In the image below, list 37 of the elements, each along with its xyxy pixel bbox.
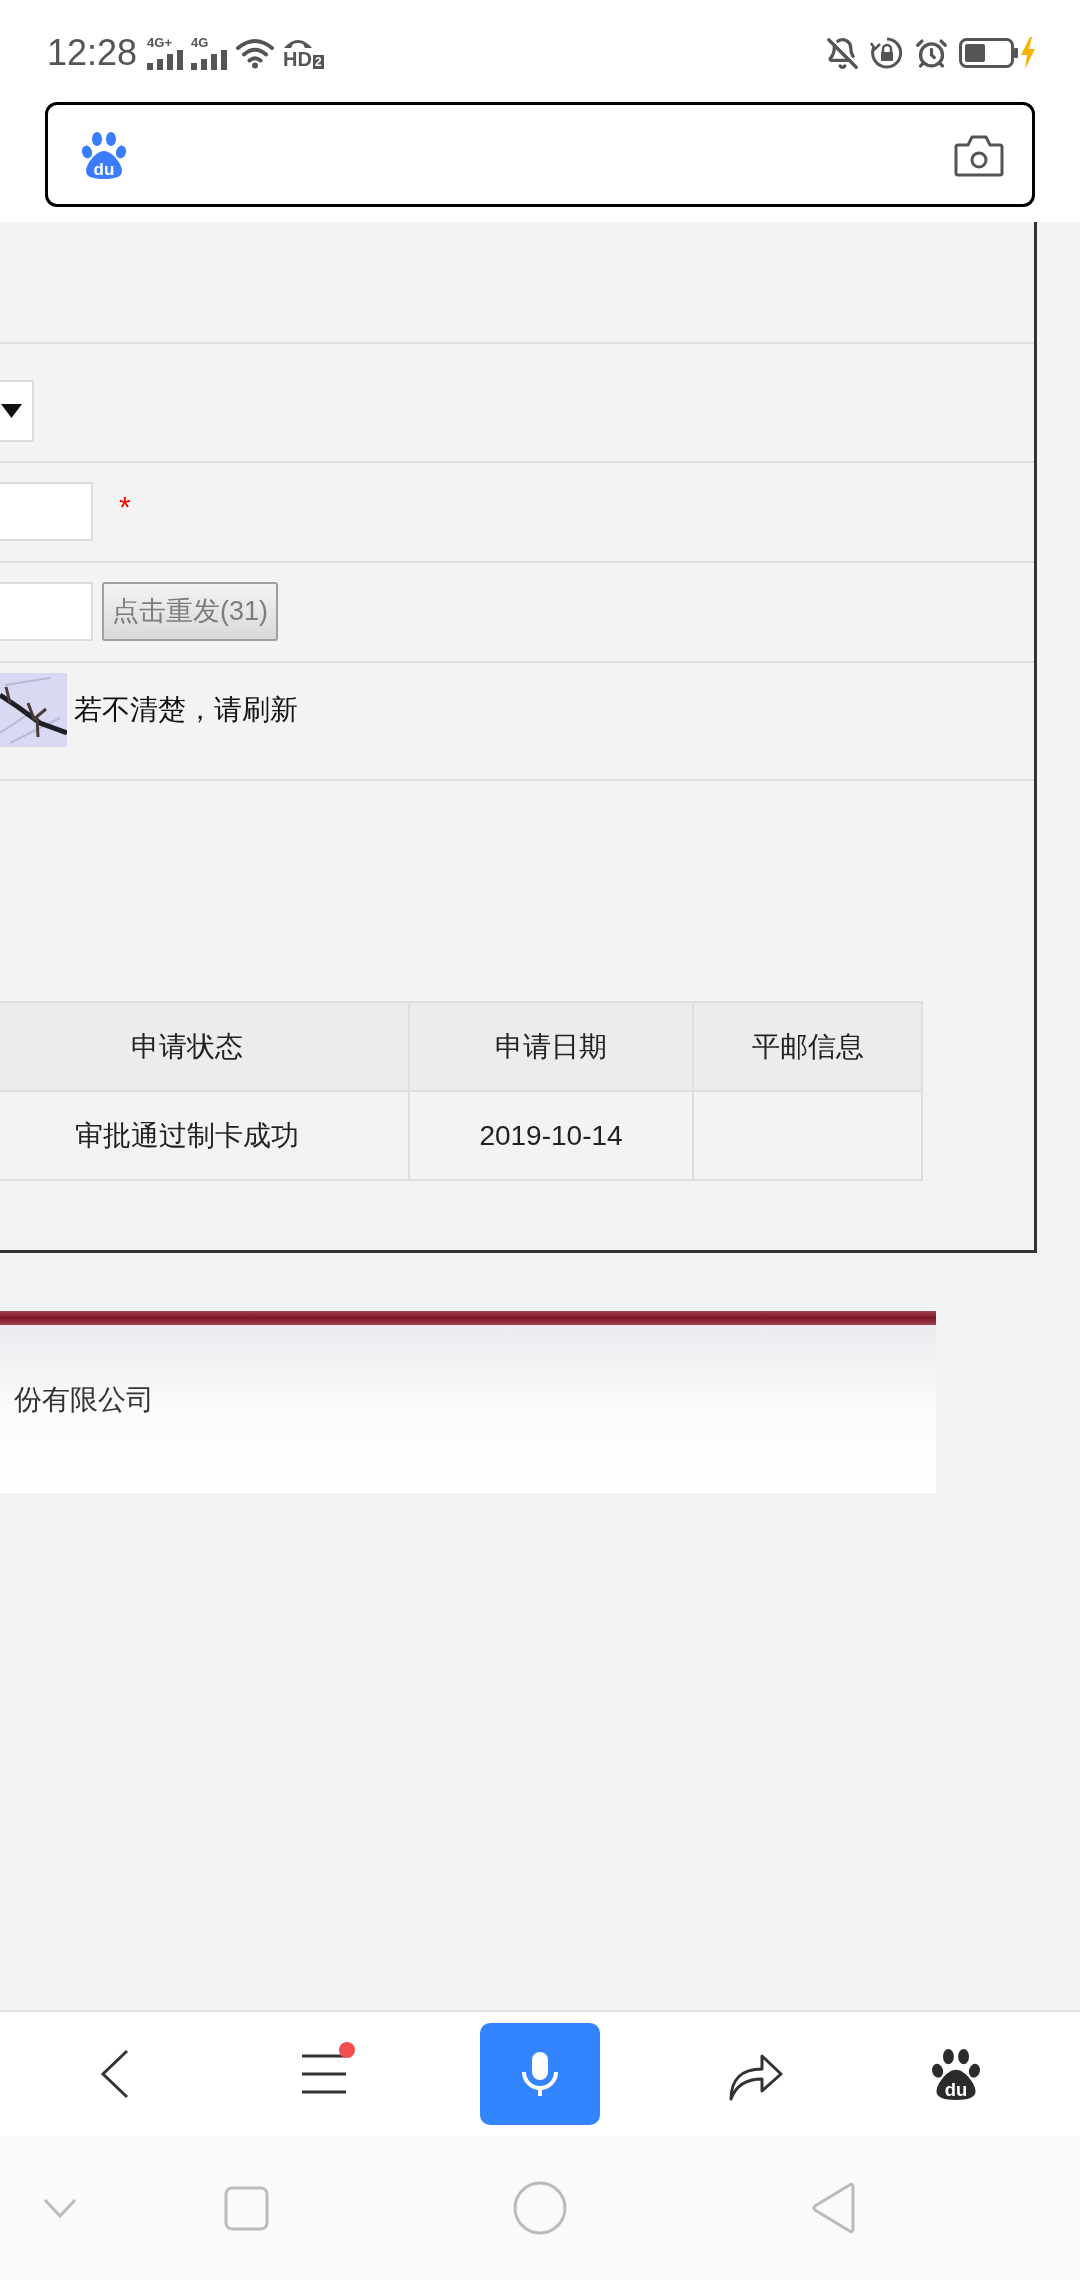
signal-bars-icon — [147, 50, 184, 70]
captcha-hint: 若不清楚，请刷新 — [74, 693, 298, 727]
column-header: 申请日期 — [410, 1003, 694, 1092]
code-input[interactable] — [0, 582, 93, 641]
dropdown-select[interactable] — [0, 380, 34, 442]
table-cell: 2019-10-14 — [410, 1092, 694, 1181]
home-icon[interactable] — [513, 2181, 567, 2235]
caret-icon — [1, 404, 22, 418]
sim-number-badge: 2 — [313, 55, 324, 69]
rotation-lock-icon — [870, 36, 904, 70]
chevron-down-icon[interactable] — [43, 2198, 77, 2218]
table-cell: 审批通过制卡成功 — [0, 1092, 410, 1181]
microphone-icon — [520, 2050, 560, 2098]
hd-label: HD — [283, 49, 312, 69]
search-field[interactable]: du — [45, 102, 1035, 207]
clock-time: 12:28 — [47, 35, 138, 71]
column-header: 申请状态 — [0, 1003, 410, 1092]
required-mark: * — [119, 492, 131, 522]
network-type-label: 4G — [191, 36, 209, 49]
company-name: 份有限公司 — [14, 1384, 154, 1415]
back-icon[interactable] — [100, 2049, 130, 2099]
back-triangle-icon[interactable] — [811, 2182, 856, 2234]
notifications-off-icon — [826, 36, 859, 70]
text-input[interactable] — [0, 482, 93, 541]
captcha-image[interactable] — [0, 673, 67, 747]
menu-icon[interactable] — [301, 2053, 347, 2095]
charging-bolt-icon — [1021, 37, 1035, 69]
recent-apps-icon[interactable] — [224, 2185, 269, 2231]
voice-search-button[interactable] — [480, 2023, 600, 2125]
alarm-clock-icon — [915, 36, 948, 70]
paw-logo: du — [81, 130, 127, 179]
battery-icon — [959, 38, 1019, 68]
column-header: 平邮信息 — [694, 1003, 923, 1092]
signal-bars-icon — [191, 50, 228, 70]
phone-icon — [283, 37, 314, 49]
wifi-icon — [235, 37, 276, 69]
network-type-label: 4G+ — [147, 36, 173, 49]
